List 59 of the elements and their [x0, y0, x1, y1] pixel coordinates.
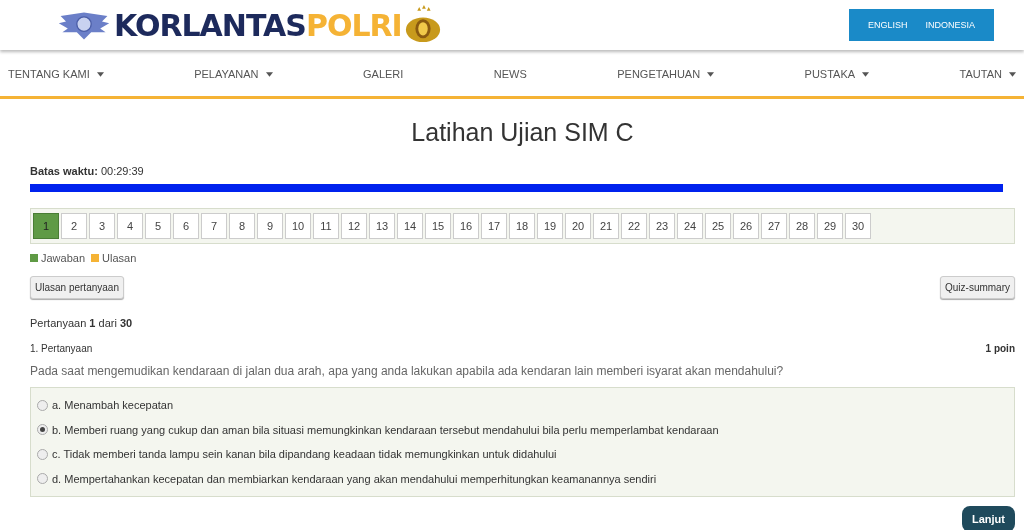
nav-menu-item[interactable]: TAUTAN [959, 68, 1016, 80]
question-number-button[interactable]: 4 [117, 213, 143, 239]
question-number: 1. Pertanyaan [30, 343, 93, 354]
question-number-button[interactable]: 10 [285, 213, 311, 239]
nav-menu-item[interactable]: TENTANG KAMI [8, 68, 104, 80]
question-number-button[interactable]: 26 [733, 213, 759, 239]
question-number-button[interactable]: 9 [257, 213, 283, 239]
question-number-button[interactable]: 17 [481, 213, 507, 239]
question-number-button[interactable]: 20 [565, 213, 591, 239]
question-number-button[interactable]: 3 [89, 213, 115, 239]
nav-menu-item[interactable]: NEWS [493, 68, 527, 80]
question-points: 1 poin [985, 343, 1015, 354]
radio-button[interactable] [37, 424, 48, 436]
question-number-button[interactable]: 18 [509, 213, 535, 239]
question-number-button[interactable]: 27 [761, 213, 787, 239]
question-number-button[interactable]: 5 [145, 213, 171, 239]
answer-option-label[interactable]: b. Memberi ruang yang cukup dan aman bila situasi memungkinkan kendaraan tersebut mendahului bila perlu memperlambat kendaraan [52, 423, 719, 436]
question-number-button[interactable]: 29 [817, 213, 843, 239]
language-button[interactable]: INDONESIA [916, 20, 984, 30]
legend-label: Jawaban [41, 252, 86, 264]
nav-menu-item[interactable]: GALERI [363, 68, 404, 80]
nav-menu-item[interactable]: PENGETAHUAN [617, 68, 715, 80]
question-number-button[interactable]: 16 [453, 213, 479, 239]
review-questions-button[interactable]: Ulasan pertanyaan [30, 276, 124, 299]
question-number-button[interactable]: 2 [61, 213, 87, 239]
question-number-button[interactable]: 11 [313, 213, 339, 239]
question-number-button[interactable]: 12 [341, 213, 367, 239]
badge-icon [403, 5, 442, 45]
answer-option-label[interactable]: c. Tidak memberi tanda lampu sein kanan bila dipandang keadaan tidak memungkinkan untuk didahului [52, 448, 557, 461]
site-logo[interactable]: KORLANTASPOLRI [114, 7, 402, 43]
question-number-button[interactable]: 1 [33, 213, 59, 239]
question-number-button[interactable]: 8 [229, 213, 255, 239]
question-number-button[interactable]: 25 [705, 213, 731, 239]
question-number-button[interactable]: 13 [369, 213, 395, 239]
question-text: Pada saat mengemudikan kendaraan di jalan dua arah, apa yang anda lakukan apabila ada kendaran lain memberi isyarat akan mendahului? [30, 364, 785, 378]
page-title: Latihan Ujian SIM C [410, 117, 635, 147]
question-number-button[interactable]: 28 [789, 213, 815, 239]
nav-menu-item[interactable]: PELAYANAN [194, 68, 273, 80]
language-button[interactable]: ENGLISH [858, 20, 917, 30]
question-number-button[interactable]: 24 [677, 213, 703, 239]
legend-label: Ulasan [102, 252, 137, 264]
nav-menu-item[interactable]: PUSTAKA [804, 68, 870, 80]
answer-option-label[interactable]: d. Mempertahankan kecepatan dan membiarkan kendaraan yang akan mendahului memperhitungkan keamanannya sendiri [52, 472, 657, 485]
question-number-button[interactable]: 21 [593, 213, 619, 239]
question-number-button[interactable]: 7 [201, 213, 227, 239]
next-button[interactable]: Lanjut [962, 506, 1015, 530]
radio-button[interactable] [37, 448, 48, 460]
question-number-button[interactable]: 30 [845, 213, 871, 239]
question-number-button[interactable]: 6 [173, 213, 199, 239]
question-number-button[interactable]: 19 [537, 213, 563, 239]
question-number-button[interactable]: 14 [397, 213, 423, 239]
timer-label: Batas waktu: 00:29:39 [30, 165, 145, 177]
quiz-summary-button[interactable]: Quiz-summary [940, 276, 1015, 299]
question-number-button[interactable]: 22 [621, 213, 647, 239]
question-number-button[interactable]: 15 [425, 213, 451, 239]
answer-option-label[interactable]: a. Menambah kecepatan [52, 399, 174, 412]
radio-button[interactable] [37, 473, 48, 485]
question-number-button[interactable]: 23 [649, 213, 675, 239]
radio-button[interactable] [37, 399, 48, 411]
